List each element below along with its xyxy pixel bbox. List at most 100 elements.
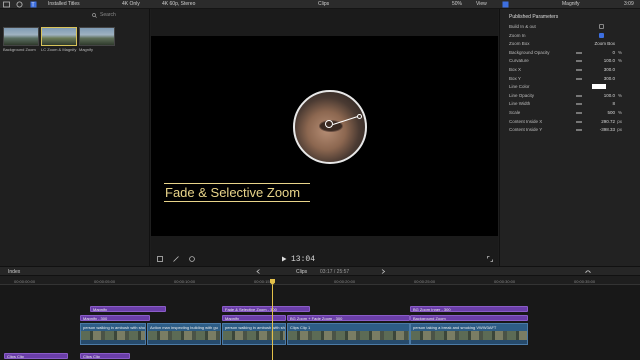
parameter-label: Content Inside Y	[509, 127, 543, 133]
viewer-panel: Fade & Selective Zoom 13:04	[151, 9, 498, 266]
parameter-slider[interactable]	[576, 51, 582, 54]
parameter-value[interactable]: 300.0	[604, 76, 615, 81]
title-clip[interactable]: Background Zoom	[410, 315, 528, 321]
parameter-value[interactable]: 300.0	[604, 67, 615, 72]
browser-thumbnail	[41, 27, 77, 46]
timecode-display: 13:04	[291, 255, 316, 264]
speed-icon[interactable]	[189, 256, 195, 264]
parameter-label: Background Opacity	[509, 49, 550, 55]
parameter-slider[interactable]	[576, 103, 582, 106]
parameter-label: Zoom Box	[509, 41, 530, 47]
inspector-icon[interactable]	[502, 1, 509, 8]
clip-duration: 3:09	[624, 1, 634, 7]
connected-clip[interactable]: Clips Clip	[4, 353, 68, 359]
parameter-label: Content Inside X	[509, 118, 543, 124]
browser-panel: Search Background Zoom LC Zoom & Magnify M…	[0, 9, 150, 266]
timeline-ruler[interactable]: 00:00:00:00 00:00:05:00 00:00:10:00 00:00:1…	[0, 276, 640, 285]
ruler-tick-label: 00:00:10:00	[174, 279, 196, 284]
view-popup[interactable]: View	[476, 1, 487, 7]
zoom-popup[interactable]: 50%	[452, 1, 462, 7]
parameter-unit: %	[617, 58, 622, 64]
filter-popup[interactable]: 4K Only	[122, 1, 140, 7]
parameter-slider[interactable]	[576, 120, 582, 123]
library-icon[interactable]	[3, 1, 10, 8]
inspector-row: Content Inside Y -398.33 px	[500, 126, 640, 134]
play-icon[interactable]	[281, 256, 287, 264]
clip-label: Magnify	[225, 316, 240, 321]
inspector-row: Line Color	[500, 83, 640, 91]
onscreen-control-center[interactable]	[325, 120, 333, 128]
parameter-value[interactable]: 8	[612, 101, 615, 106]
connected-clip[interactable]: Clips Clip	[80, 353, 130, 359]
parameter-value[interactable]: Zoom Box	[594, 41, 615, 46]
parameter-slider[interactable]	[576, 94, 582, 97]
parameter-value[interactable]: -398.33	[600, 127, 615, 132]
video-clip[interactable]: person taking a break and smoking VWW3AF…	[410, 323, 528, 345]
transform-icon[interactable]	[157, 256, 163, 264]
top-toolbar: T Installed Titles 4K Only 4K 60p, Stere…	[0, 0, 640, 9]
browser-item[interactable]: LC Zoom & Magnify	[41, 27, 77, 52]
color-swatch[interactable]	[592, 84, 606, 90]
magnifier-circle[interactable]	[293, 90, 367, 164]
parameter-value[interactable]: 100.0	[604, 58, 615, 63]
search-input[interactable]: Search	[100, 12, 116, 18]
parameter-value[interactable]: 0	[612, 50, 615, 55]
library-title[interactable]: Installed Titles	[48, 1, 80, 7]
parameter-value[interactable]: 290.72	[601, 119, 615, 124]
ruler-tick-label: 00:00:05:00	[94, 279, 116, 284]
video-clip[interactable]: Action man inspecting building with gu	[147, 323, 221, 345]
back-arrow-icon[interactable]	[256, 269, 261, 276]
parameter-value[interactable]: 500	[607, 110, 615, 115]
parameter-label: Box Y	[509, 75, 521, 81]
titles-icon[interactable]: T	[30, 1, 37, 9]
inspector-row: Scale 500%	[500, 109, 640, 117]
ruler-tick-label: 00:00:00:00	[14, 279, 36, 284]
title-clip[interactable]: BG Zoom + Fade Zoom - 300	[287, 315, 410, 321]
forward-arrow-icon[interactable]	[381, 269, 386, 276]
parameter-checkbox[interactable]	[599, 24, 604, 29]
video-clip[interactable]: person walking in ambush with sho	[80, 323, 146, 345]
browser-header: Search	[0, 9, 150, 23]
search-icon	[92, 13, 97, 20]
title-clip[interactable]: Magnify	[90, 306, 166, 312]
fullscreen-icon[interactable]	[487, 256, 493, 264]
title-clip[interactable]: BG Zoom Inner - 300	[410, 306, 528, 312]
title-clip[interactable]: Magnify - 300	[80, 315, 150, 321]
parameter-slider[interactable]	[576, 129, 582, 132]
timeline-position: 03:17 / 25:57	[320, 269, 350, 275]
video-clip[interactable]: person walking in ambush with sho	[222, 323, 286, 345]
parameter-slider[interactable]	[576, 112, 582, 114]
parameter-checkbox[interactable]	[599, 32, 604, 38]
browser-item-label: LC Zoom & Magnify	[41, 47, 77, 52]
audio-waveform	[288, 340, 409, 344]
parameter-label: Line Width	[509, 101, 531, 107]
playhead[interactable]	[272, 285, 273, 360]
browser-item-label: Magnify	[79, 47, 94, 52]
inspector-row: Background Opacity 0%	[500, 49, 640, 57]
parameter-value[interactable]: 100.0	[604, 93, 615, 98]
parameter-slider[interactable]	[576, 77, 582, 80]
photos-icon[interactable]	[16, 1, 23, 8]
timeline-clips-label: Clips	[296, 269, 308, 275]
parameter-slider[interactable]	[576, 60, 582, 63]
title-clip[interactable]: Fade & Selective Zoom - 300	[222, 306, 310, 312]
index-button[interactable]: Index	[8, 269, 20, 275]
viewer-canvas[interactable]: Fade & Selective Zoom	[151, 36, 498, 236]
browser-item[interactable]: Magnify	[79, 27, 115, 52]
title-clip[interactable]: Magnify	[222, 315, 286, 321]
browser-item-label: Background Zoom	[3, 47, 36, 52]
clip-label: Clips Clip 1	[290, 325, 311, 330]
browser-thumbnail	[3, 27, 39, 46]
parameter-slider[interactable]	[576, 69, 582, 71]
clip-label: Background Zoom	[413, 316, 446, 321]
parameter-label: Curvature	[509, 58, 529, 64]
ruler-tick-label: 00:00:35:00	[574, 279, 596, 284]
browser-item[interactable]: Background Zoom	[3, 27, 39, 52]
parameter-label: Line Opacity	[509, 92, 535, 98]
video-clip[interactable]: Clips Clip 1	[287, 323, 410, 345]
browser-thumbnail	[79, 27, 115, 46]
clip-label: Clips Clip	[7, 354, 24, 359]
enhance-icon[interactable]	[173, 256, 179, 264]
clip-label: Magnify	[93, 307, 108, 312]
onscreen-control-handle[interactable]	[357, 114, 362, 119]
